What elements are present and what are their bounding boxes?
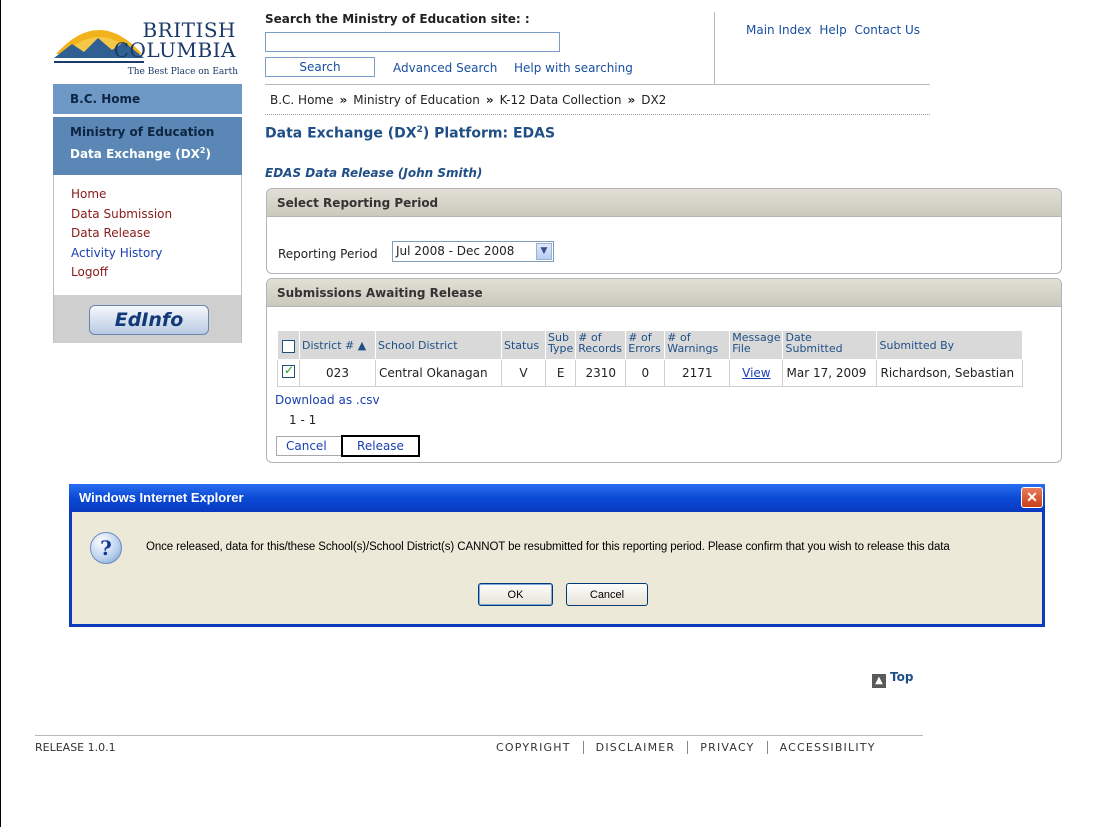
window-frame-left	[0, 0, 1, 827]
logo-text-columbia: COLUMBIA	[113, 38, 236, 62]
submissions-panel-title: Submissions Awaiting Release	[267, 279, 1061, 307]
search-area: Search the Ministry of Education site: :…	[265, 12, 715, 84]
release-version: RELEASE 1.0.1	[35, 741, 116, 754]
reporting-period-panel-title: Select Reporting Period	[267, 189, 1061, 217]
bc-logo[interactable]: BRITISH COLUMBIA The Best Place on Earth	[52, 12, 242, 82]
close-icon[interactable]: ✕	[1021, 487, 1043, 508]
advanced-search-link[interactable]: Advanced Search	[393, 61, 497, 75]
breadcrumb-separator-icon: »	[485, 93, 494, 107]
cell-errors: 0	[625, 359, 666, 387]
release-button[interactable]: Release	[341, 435, 420, 457]
row-checkbox[interactable]	[282, 363, 295, 378]
breadcrumb-ministry[interactable]: Ministry of Education	[353, 93, 480, 107]
nav-data-exchange[interactable]: Data Exchange (DX2)	[70, 146, 242, 161]
column-date-submitted[interactable]: Date Submitted	[782, 330, 878, 360]
page-subtitle: EDAS Data Release (John Smith)	[265, 166, 483, 180]
breadcrumb-separator-icon: »	[627, 93, 636, 107]
search-label: Search the Ministry of Education site: :	[265, 12, 530, 26]
header-divider	[265, 84, 930, 85]
back-to-top-link[interactable]: ▲ Top	[872, 670, 913, 688]
column-message-file[interactable]: Message File	[729, 330, 784, 360]
breadcrumb-bc-home[interactable]: B.C. Home	[270, 93, 334, 107]
view-message-file-link[interactable]: View	[742, 366, 770, 380]
breadcrumb-dx2: DX2	[641, 93, 667, 107]
column-district[interactable]: District # ▲	[299, 330, 376, 360]
cell-records: 2310	[575, 359, 627, 387]
confirm-dialog: Windows Internet Explorer ✕ ? Once relea…	[69, 484, 1045, 627]
cell-status: V	[501, 359, 546, 387]
arrow-up-icon: ▲	[872, 674, 886, 688]
cell-school-district: Central Okanagan	[375, 359, 502, 387]
column-submitted-by[interactable]: Submitted By	[876, 330, 1024, 360]
footer-divider	[35, 735, 923, 736]
pager: 1 - 1	[289, 413, 317, 427]
cell-sub-type: E	[544, 359, 577, 387]
dialog-title: Windows Internet Explorer	[79, 490, 244, 505]
sidebar-links: Home Data Submission Data Release Activi…	[53, 175, 242, 295]
breadcrumb: B.C. Home » Ministry of Education » K-12 Dat…	[270, 93, 666, 107]
ok-button[interactable]: OK	[478, 583, 553, 606]
sort-ascending-icon: ▲	[357, 339, 367, 352]
sidebar-item-logoff[interactable]: Logoff	[71, 263, 241, 283]
reporting-period-label: Reporting Period	[278, 247, 378, 261]
page-title: Data Exchange (DX2) Platform: EDAS	[265, 125, 556, 142]
top-links: Main Index Help Contact Us	[746, 23, 924, 37]
logo-tagline: The Best Place on Earth	[127, 67, 238, 77]
column-status[interactable]: Status	[501, 330, 546, 360]
reporting-period-panel: Select Reporting Period Reporting Period…	[266, 188, 1062, 274]
breadcrumb-k12[interactable]: K-12 Data Collection	[500, 93, 622, 107]
accessibility-link[interactable]: ACCESSIBILITY	[768, 741, 876, 754]
cell-submitted-by: Richardson, Sebastian	[876, 359, 1024, 387]
chevron-down-icon[interactable]: ▼	[536, 243, 552, 260]
breadcrumb-separator-icon: »	[339, 93, 348, 107]
contact-us-link[interactable]: Contact Us	[855, 23, 921, 37]
sidebar-item-data-submission[interactable]: Data Submission	[71, 205, 241, 225]
select-all-checkbox[interactable]	[282, 340, 295, 353]
dialog-message: Once released, data for this/these Schoo…	[146, 541, 950, 553]
submissions-panel: Submissions Awaiting Release District # …	[266, 278, 1062, 463]
cell-district: 023	[299, 359, 376, 387]
sidebar-item-activity-history[interactable]: Activity History	[71, 244, 241, 264]
cancel-button[interactable]: Cancel	[276, 436, 344, 456]
nav-bc-home[interactable]: B.C. Home	[53, 84, 242, 114]
privacy-link[interactable]: PRIVACY	[688, 741, 768, 754]
dialog-cancel-button[interactable]: Cancel	[566, 583, 648, 606]
breadcrumb-divider	[265, 114, 930, 115]
disclaimer-link[interactable]: DISCLAIMER	[583, 741, 689, 754]
submissions-table: District # ▲ School District Status Sub T…	[277, 330, 1024, 387]
help-with-searching-link[interactable]: Help with searching	[514, 61, 633, 75]
sidebar-item-data-release[interactable]: Data Release	[71, 224, 241, 244]
download-csv-link[interactable]: Download as .csv	[275, 393, 380, 407]
edinfo-button[interactable]: EdInfo	[89, 305, 209, 335]
column-records[interactable]: # of Records	[575, 330, 627, 360]
edinfo-area: EdInfo	[53, 295, 242, 343]
sidebar-item-home[interactable]: Home	[71, 185, 241, 205]
column-school-district[interactable]: School District	[375, 330, 502, 360]
table-row: 023 Central Okanagan V E 2310 0 2171 Vie…	[277, 359, 1024, 387]
question-icon: ?	[90, 532, 122, 564]
cell-warnings: 2171	[664, 359, 731, 387]
reporting-period-select[interactable]: Jul 2008 - Dec 2008 ▼	[392, 241, 554, 262]
nav-ministry-block: Ministry of Education Data Exchange (DX2…	[53, 117, 242, 175]
nav-ministry-of-education[interactable]: Ministry of Education	[70, 125, 242, 139]
column-errors[interactable]: # of Errors	[625, 330, 666, 360]
footer-links: COPYRIGHT DISCLAIMER PRIVACY ACCESSIBILITY	[496, 741, 876, 754]
help-link[interactable]: Help	[819, 23, 846, 37]
search-input[interactable]	[265, 32, 560, 52]
dialog-title-bar[interactable]: Windows Internet Explorer ✕	[69, 484, 1045, 512]
cell-date-submitted: Mar 17, 2009	[782, 359, 878, 387]
table-header-row: District # ▲ School District Status Sub T…	[277, 330, 1024, 360]
column-sub-type[interactable]: Sub Type	[544, 330, 577, 360]
search-button[interactable]: Search	[265, 57, 375, 77]
copyright-link[interactable]: COPYRIGHT	[496, 741, 584, 754]
main-index-link[interactable]: Main Index	[746, 23, 812, 37]
column-warnings[interactable]: # of Warnings	[664, 330, 731, 360]
